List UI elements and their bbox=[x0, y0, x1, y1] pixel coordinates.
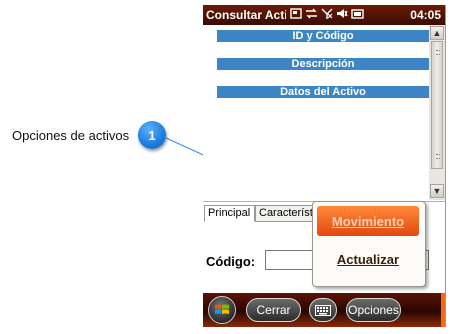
scroll-thumb[interactable] bbox=[431, 41, 443, 169]
speaker-mute-icon[interactable] bbox=[336, 8, 348, 22]
status-icons bbox=[290, 8, 364, 22]
scroll-grip-icon bbox=[436, 154, 440, 159]
vertical-scrollbar[interactable]: ▲ ▼ bbox=[429, 25, 445, 200]
options-popup-menu: Movimiento Actualizar bbox=[312, 201, 426, 287]
callout-badge: 1 bbox=[138, 121, 166, 149]
tab-principal[interactable]: Principal bbox=[204, 205, 255, 222]
section-datos-activo[interactable]: Datos del Activo bbox=[217, 86, 429, 98]
sync-arrows-icon[interactable] bbox=[305, 8, 318, 22]
keyboard-icon bbox=[315, 304, 331, 316]
section-descripcion[interactable]: Descripción bbox=[217, 58, 429, 70]
windows-start-button[interactable] bbox=[208, 296, 236, 324]
cerrar-button[interactable]: Cerrar bbox=[246, 298, 301, 322]
menu-item-actualizar[interactable]: Actualizar bbox=[317, 244, 419, 274]
opciones-button[interactable]: Opciones bbox=[346, 298, 401, 322]
code-label: Código: bbox=[206, 254, 256, 269]
window-icon[interactable] bbox=[290, 8, 302, 22]
windows-logo-icon bbox=[215, 304, 229, 314]
section-id-codigo[interactable]: ID y Código bbox=[217, 30, 429, 42]
battery-icon[interactable] bbox=[351, 8, 364, 22]
content-area: ID y Código Descripción Datos del Activo bbox=[203, 25, 429, 200]
window-title: Consultar Activo bbox=[206, 8, 286, 22]
no-signal-icon[interactable] bbox=[321, 8, 333, 22]
menu-item-movimiento[interactable]: Movimiento bbox=[317, 206, 419, 236]
title-bar: Consultar Activo 04:05 bbox=[203, 5, 445, 25]
scroll-down-icon[interactable]: ▼ bbox=[430, 184, 444, 198]
callout-label: Opciones de activos bbox=[12, 128, 130, 143]
scroll-grip-icon bbox=[436, 50, 440, 55]
corner-accent bbox=[441, 293, 445, 327]
scroll-up-icon[interactable]: ▲ bbox=[430, 26, 444, 40]
soft-key-bar: Cerrar Opciones bbox=[203, 293, 445, 327]
clock: 04:05 bbox=[410, 8, 441, 22]
keyboard-button[interactable] bbox=[309, 298, 337, 322]
